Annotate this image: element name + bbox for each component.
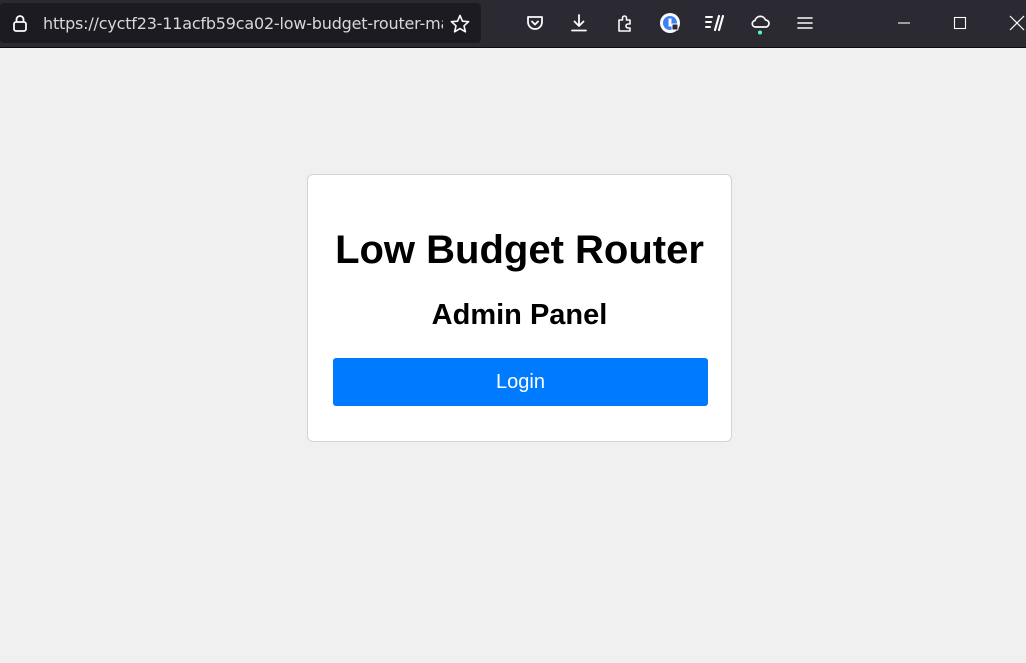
browser-toolbar: https://cyctf23-11acfb59ca02-low-budget-…: [0, 0, 1026, 48]
page-title: Low Budget Router: [335, 228, 704, 272]
close-icon[interactable]: [1004, 10, 1026, 36]
menu-icon[interactable]: [794, 12, 816, 34]
sync-cloud-icon[interactable]: [749, 12, 771, 35]
lock-icon[interactable]: [10, 13, 30, 33]
maximize-icon[interactable]: [947, 10, 973, 36]
url-bar[interactable]: https://cyctf23-11acfb59ca02-low-budget-…: [0, 3, 481, 43]
account-icon[interactable]: [659, 12, 681, 34]
page-content: Low Budget Router Admin Panel Login: [0, 48, 1026, 663]
minimize-icon[interactable]: [891, 10, 917, 36]
pocket-icon[interactable]: [524, 12, 546, 34]
url-text[interactable]: https://cyctf23-11acfb59ca02-low-budget-…: [43, 14, 443, 34]
download-icon[interactable]: [568, 12, 590, 34]
reader-icon[interactable]: [704, 12, 726, 34]
login-button[interactable]: Login: [333, 358, 708, 406]
bookmark-star-icon[interactable]: [449, 13, 471, 35]
login-card: Low Budget Router Admin Panel Login: [307, 174, 732, 442]
extensions-icon[interactable]: [614, 12, 636, 34]
page-subtitle: Admin Panel: [431, 299, 608, 331]
